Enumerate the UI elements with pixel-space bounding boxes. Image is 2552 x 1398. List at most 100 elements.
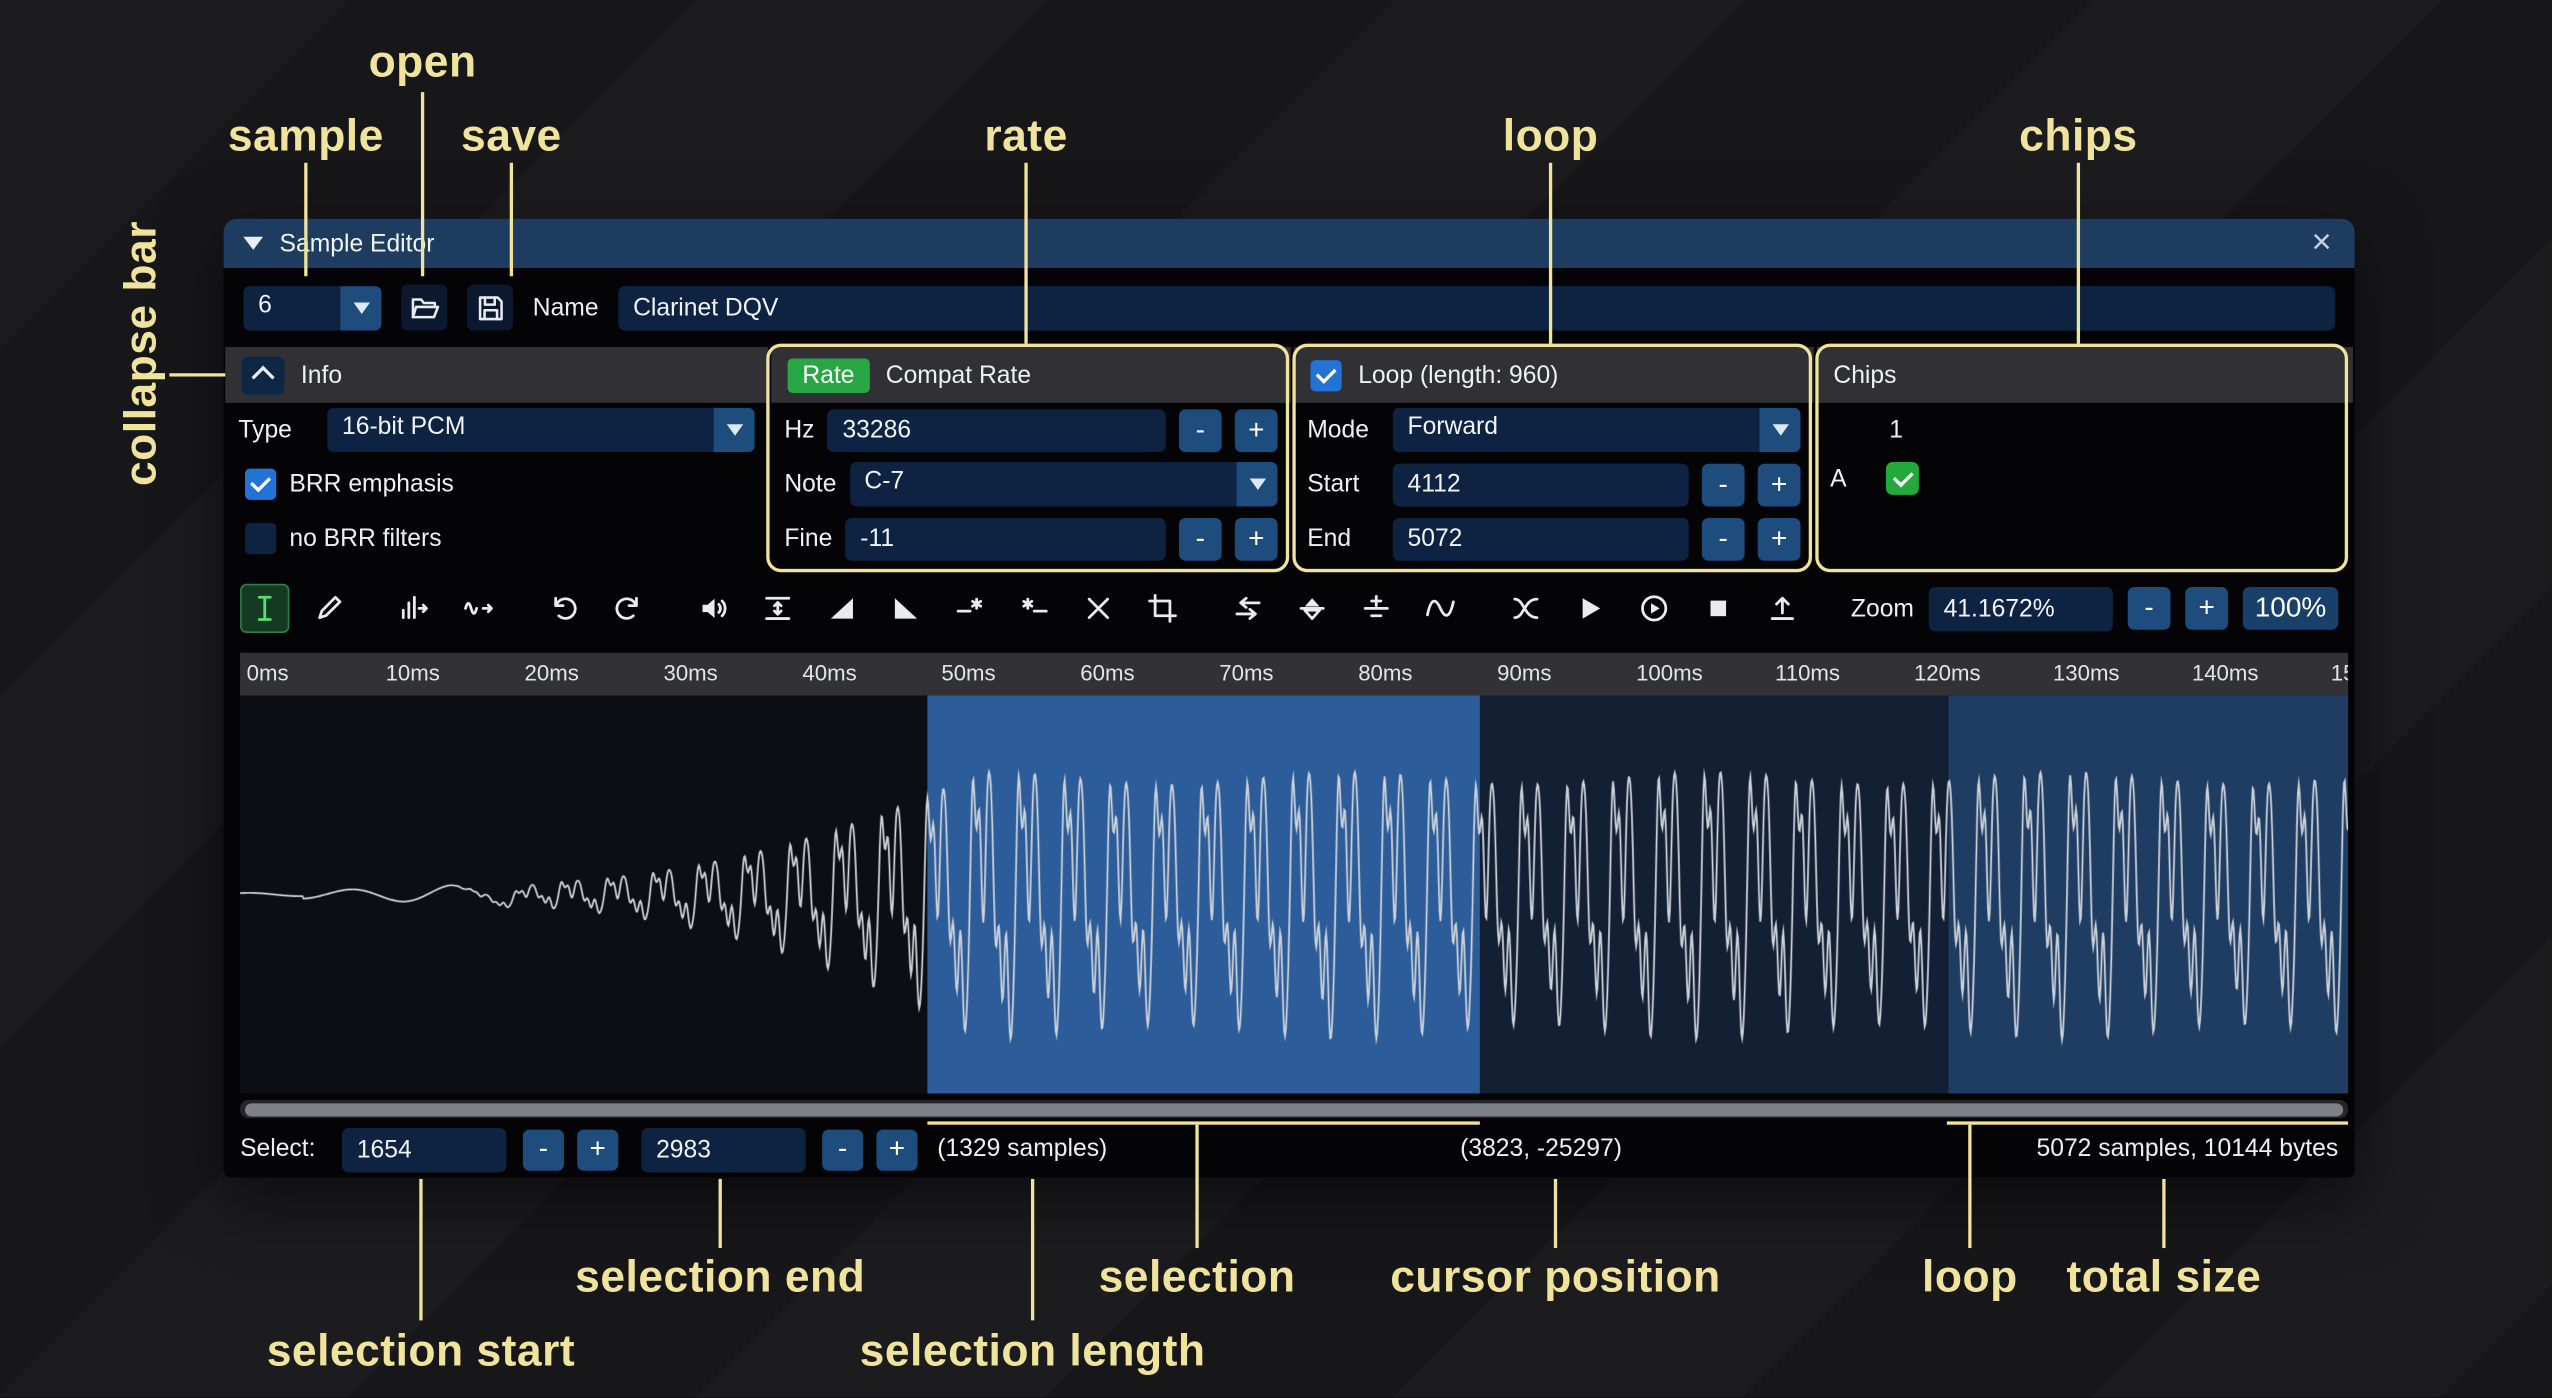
undo-icon <box>549 594 579 624</box>
type-dropdown[interactable]: 16-bit PCM <box>327 408 755 452</box>
annotation-line-rate <box>1024 163 1027 344</box>
amplify-button[interactable] <box>689 584 738 633</box>
loop-enable-checkbox[interactable] <box>1311 359 1342 390</box>
loop-start-decrement-button[interactable]: - <box>1702 463 1745 506</box>
loop-start-row: Start - + <box>1294 457 1814 511</box>
fade-in-button[interactable] <box>817 584 866 633</box>
annotation-chips: chips <box>2019 111 2137 162</box>
annotation-line-loop <box>1549 163 1552 344</box>
trim-button[interactable] <box>1138 584 1187 633</box>
fade-out-icon <box>891 594 921 624</box>
crossfade-icon <box>1511 594 1541 624</box>
selection-start-input[interactable] <box>342 1128 506 1172</box>
apply-silence-button[interactable] <box>1010 584 1059 633</box>
loop-header: Loop (length: 960) <box>1294 347 1814 403</box>
sign-invert-button[interactable] <box>1352 584 1401 633</box>
resample-icon <box>464 594 494 624</box>
draw-tool-button[interactable] <box>304 584 353 633</box>
sample-select-dropdown[interactable]: 6 <box>243 285 381 329</box>
make-wavetable-button[interactable] <box>1758 584 1807 633</box>
green-check-icon[interactable] <box>1886 462 1919 495</box>
compat-rate-tab[interactable]: Compat Rate <box>886 361 1031 389</box>
resize-button[interactable] <box>390 584 439 633</box>
save-button[interactable] <box>467 284 513 330</box>
insert-silence-button[interactable] <box>945 584 994 633</box>
annotation-selection-end: selection end <box>575 1252 865 1303</box>
chips-matrix: 1 A <box>1817 403 2353 567</box>
resize-icon <box>400 594 430 624</box>
filter-button[interactable] <box>1416 584 1465 633</box>
resample-button[interactable] <box>454 584 503 633</box>
fine-label: Fine <box>784 525 832 553</box>
ruler-label: 50ms <box>941 661 995 686</box>
annotation-line-selection-length <box>1031 1179 1034 1320</box>
loop-end-input[interactable] <box>1393 517 1689 560</box>
zoom-reset-button[interactable]: 100% <box>2243 587 2338 630</box>
stop-preview-button[interactable] <box>1694 584 1743 633</box>
ruler-label: 30ms <box>663 661 717 686</box>
zoom-in-button[interactable]: + <box>2185 587 2228 630</box>
fine-decrement-button[interactable]: - <box>1179 517 1222 560</box>
ruler-label: 80ms <box>1358 661 1412 686</box>
selection-end-decrement-button[interactable]: - <box>822 1129 863 1170</box>
selection-start-increment-button[interactable]: + <box>577 1129 618 1170</box>
selection-start-decrement-button[interactable]: - <box>523 1129 564 1170</box>
window-collapse-triangle-icon[interactable] <box>243 237 263 250</box>
chips-row-label: A <box>1830 465 1846 493</box>
fade-out-button[interactable] <box>881 584 930 633</box>
info-header-label: Info <box>301 361 342 389</box>
select-tool-button[interactable] <box>240 584 289 633</box>
selection-end-input[interactable] <box>641 1128 805 1172</box>
hz-label: Hz <box>784 416 814 444</box>
selection-end-increment-button[interactable]: + <box>876 1129 917 1170</box>
rate-badge[interactable]: Rate <box>788 358 870 393</box>
fine-input[interactable] <box>845 517 1165 560</box>
triangle-down-icon[interactable] <box>340 285 381 329</box>
loop-start-input[interactable] <box>1393 463 1689 506</box>
crossfade-button[interactable] <box>1501 584 1550 633</box>
reverse-button[interactable] <box>1223 584 1272 633</box>
annotation-bracket-loop <box>1947 1121 2348 1124</box>
chevron-up-icon[interactable] <box>242 356 285 394</box>
loop-end-decrement-button[interactable]: - <box>1702 517 1745 560</box>
horizontal-scrollbar[interactable] <box>240 1100 2348 1118</box>
reverse-icon <box>1233 594 1263 624</box>
invert-button[interactable] <box>1287 584 1336 633</box>
loop-mode-dropdown[interactable]: Forward <box>1393 408 1801 452</box>
annotation-open: open <box>369 37 477 88</box>
zoom-out-button[interactable]: - <box>2128 587 2171 630</box>
preview-sample-button[interactable] <box>1565 584 1614 633</box>
waveform-view[interactable] <box>240 696 2348 1094</box>
zoom-input[interactable] <box>1929 586 2113 630</box>
fine-increment-button[interactable]: + <box>1235 517 1278 560</box>
preview-dry-button[interactable] <box>1630 584 1679 633</box>
note-value: C-7 <box>850 462 1237 506</box>
note-dropdown[interactable]: C-7 <box>850 462 1278 506</box>
close-button[interactable]: × <box>2308 227 2335 260</box>
triangle-down-icon[interactable] <box>1759 408 1800 452</box>
normalize-button[interactable] <box>753 584 802 633</box>
scrollbar-thumb[interactable] <box>245 1103 2343 1116</box>
status-bar: Select: - + - + (1329 samples) (3823, -2… <box>240 1125 2341 1174</box>
ruler: 0ms10ms20ms30ms40ms50ms60ms70ms80ms90ms1… <box>240 653 2348 696</box>
loop-end-increment-button[interactable]: + <box>1758 517 1801 560</box>
ruler-label: 120ms <box>1914 661 1981 686</box>
hz-increment-button[interactable]: + <box>1235 409 1278 452</box>
hz-input[interactable] <box>828 409 1166 452</box>
undo-button[interactable] <box>539 584 588 633</box>
no-brr-filters-checkbox[interactable] <box>245 523 276 554</box>
redo-button[interactable] <box>603 584 652 633</box>
ruler-label: 100ms <box>1636 661 1703 686</box>
info-header: Info <box>225 347 768 403</box>
ruler-label: 70ms <box>1219 661 1273 686</box>
open-button[interactable] <box>401 284 447 330</box>
hz-decrement-button[interactable]: - <box>1179 409 1222 452</box>
brr-emphasis-checkbox[interactable] <box>245 469 276 500</box>
triangle-down-icon[interactable] <box>714 408 755 452</box>
ruler-label: 130ms <box>2053 661 2120 686</box>
triangle-down-icon[interactable] <box>1237 462 1278 506</box>
type-row: Type 16-bit PCM <box>225 403 768 457</box>
waveform-canvas[interactable] <box>240 696 2348 1094</box>
delete-button[interactable] <box>1074 584 1123 633</box>
loop-start-increment-button[interactable]: + <box>1758 463 1801 506</box>
